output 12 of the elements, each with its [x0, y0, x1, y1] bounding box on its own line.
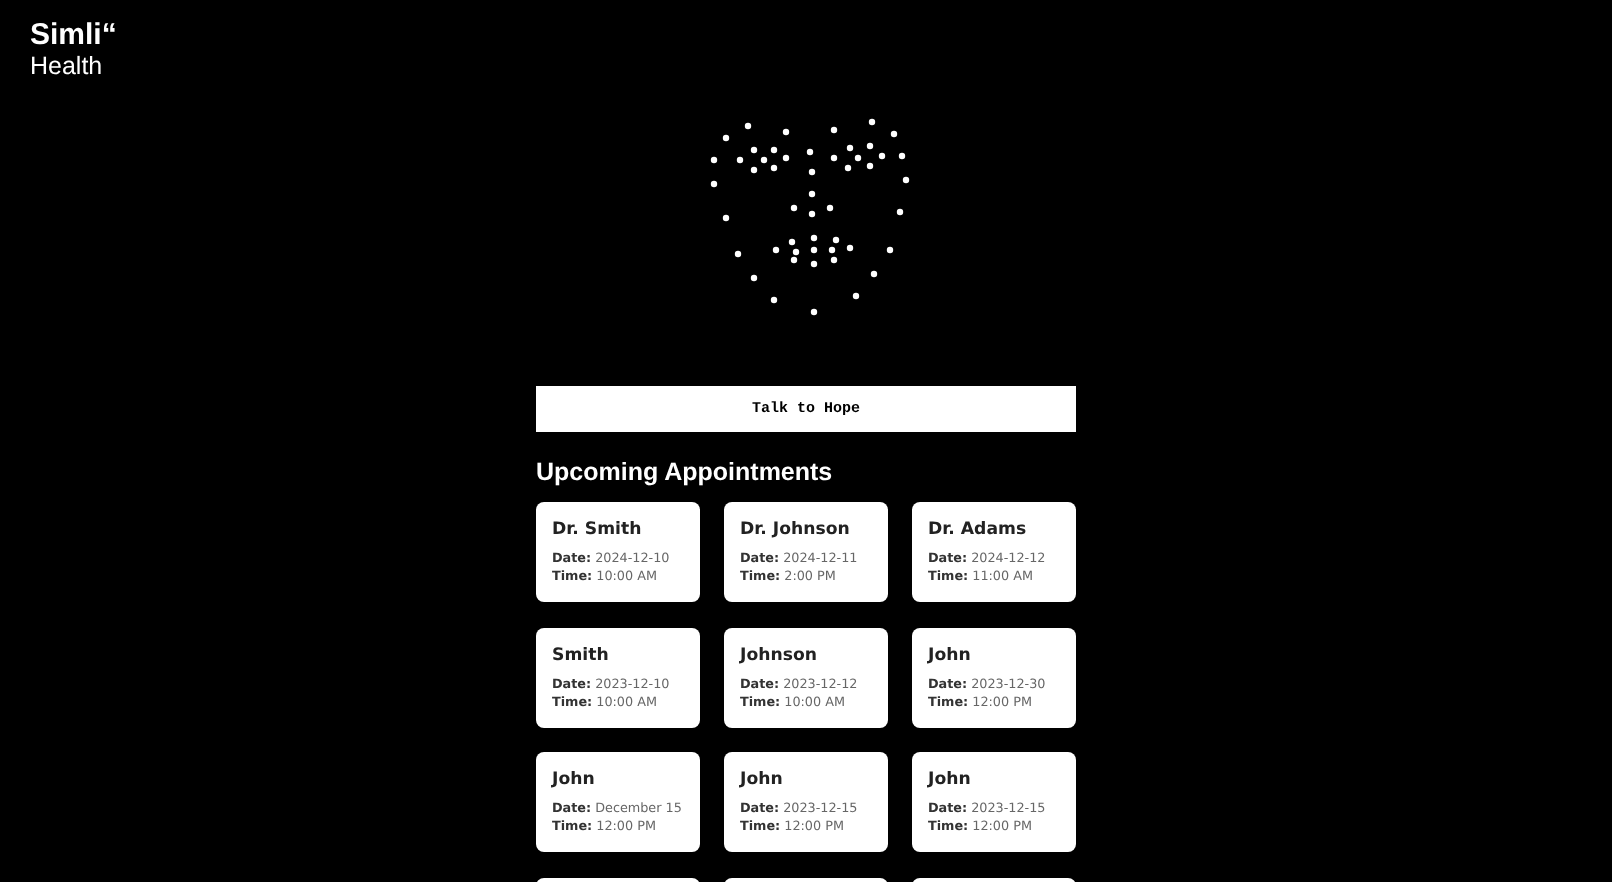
- doctor-name: Dr. Smith: [552, 520, 644, 540]
- section-title: Upcoming Appointments: [536, 458, 835, 486]
- logo-name: Simli“: [30, 20, 117, 52]
- doctor-name: Dr. Adams: [928, 520, 1029, 540]
- doctor-name: John: [928, 645, 973, 665]
- doctor-name: John: [552, 770, 597, 790]
- doctor-name: Dr. Johnson: [740, 520, 852, 540]
- doctor-name: John: [740, 770, 785, 790]
- doctor-name: John: [928, 770, 973, 790]
- doctor-name: Smith: [552, 645, 611, 665]
- doctor-name: Johnson: [740, 645, 819, 665]
- logo-subtitle: Health: [30, 52, 103, 80]
